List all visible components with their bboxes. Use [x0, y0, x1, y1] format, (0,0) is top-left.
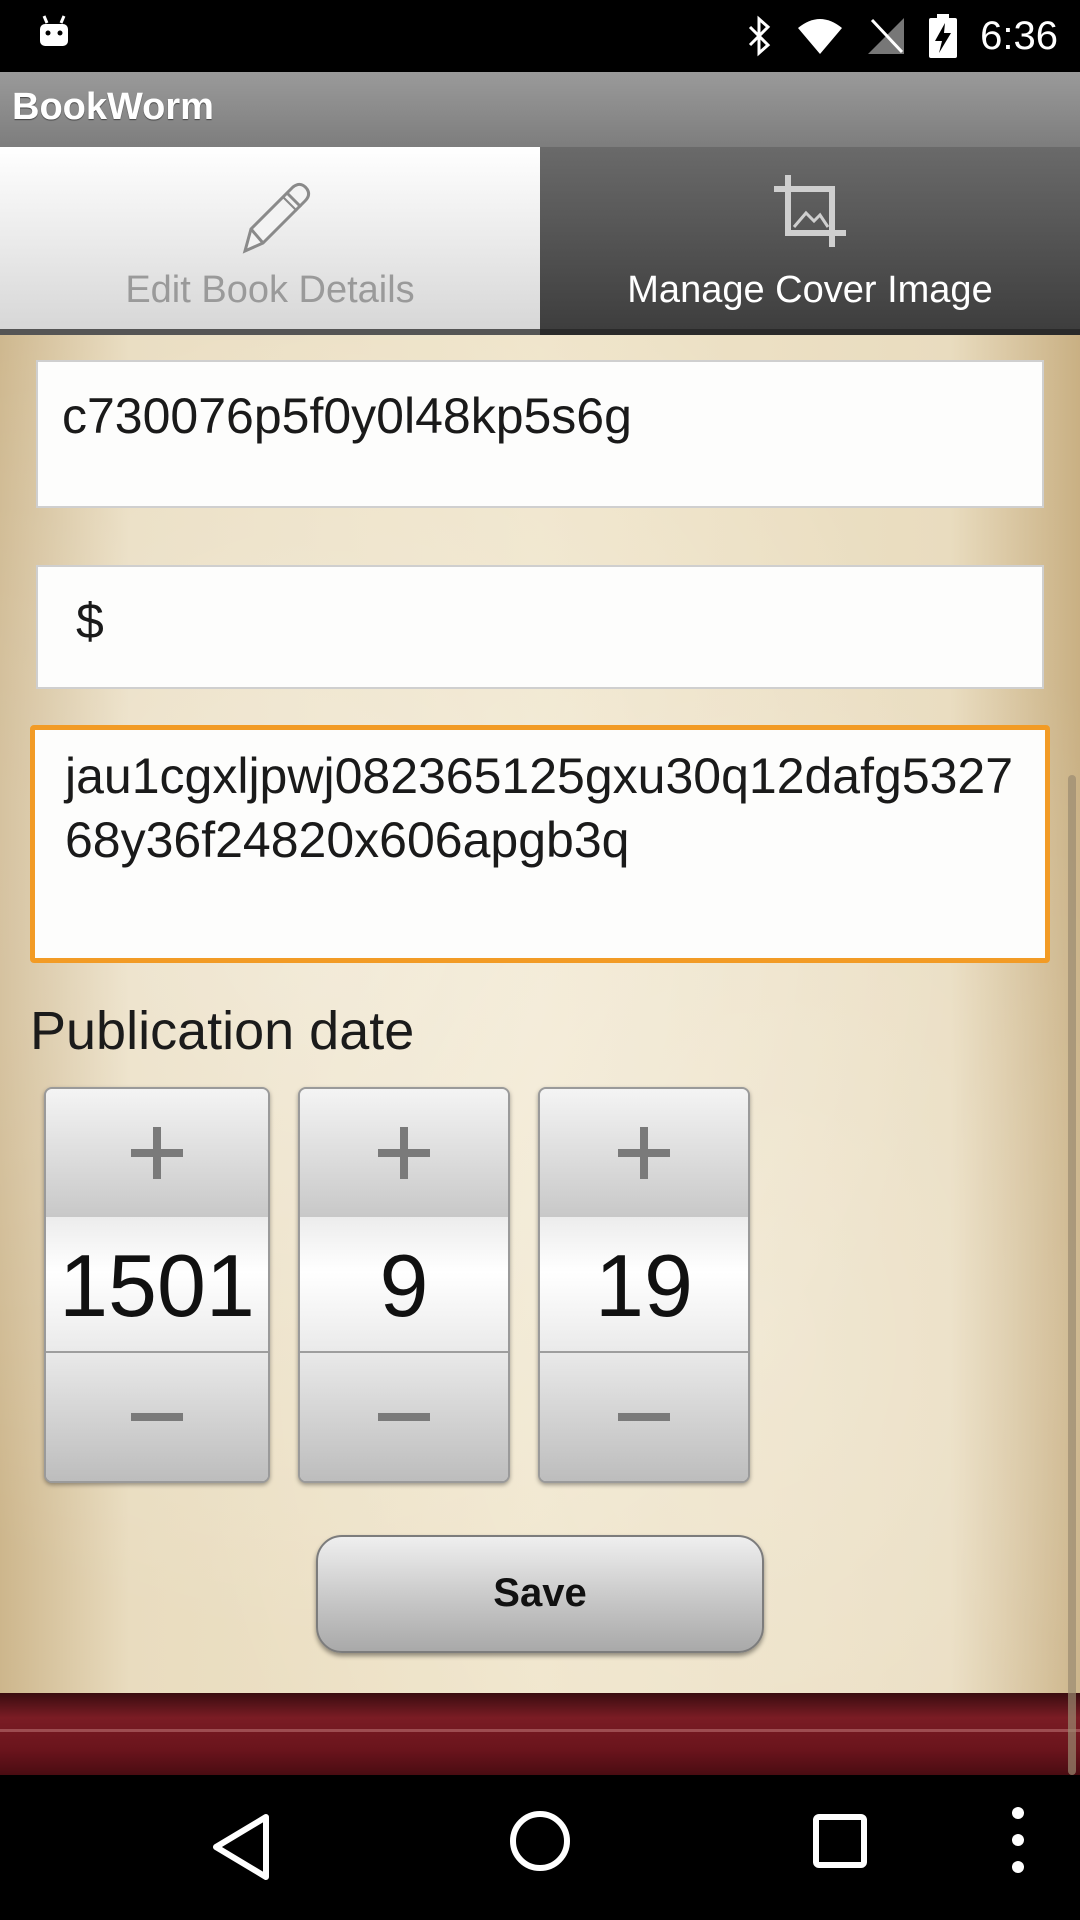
- year-increment-button[interactable]: [46, 1089, 268, 1219]
- scrollbar[interactable]: [1068, 775, 1076, 1775]
- minus-icon: [378, 1413, 430, 1421]
- recents-icon[interactable]: [812, 1813, 868, 1869]
- tab-edit-book-details[interactable]: Edit Book Details: [0, 147, 540, 335]
- price-field[interactable]: $: [36, 565, 1044, 689]
- shelf-decoration: [0, 1693, 1080, 1775]
- year-value[interactable]: 1501: [46, 1217, 268, 1355]
- month-picker: 9: [298, 1087, 510, 1483]
- tab-manage-cover-image[interactable]: Manage Cover Image: [540, 147, 1080, 335]
- wifi-icon: [798, 19, 843, 54]
- plus-icon: [618, 1127, 670, 1179]
- day-picker: 19: [538, 1087, 750, 1483]
- year-picker: 1501: [44, 1087, 270, 1483]
- pencil-icon: [242, 182, 311, 254]
- plus-icon: [378, 1127, 430, 1179]
- month-increment-button[interactable]: [300, 1089, 508, 1219]
- day-decrement-button[interactable]: [540, 1351, 748, 1481]
- app-title: BookWorm: [12, 86, 214, 128]
- day-increment-button[interactable]: [540, 1089, 748, 1219]
- form-area: c730076p5f0y0l48kp5s6g $ jau1cgxljpwj082…: [0, 335, 1080, 1775]
- action-bar: BookWorm: [0, 72, 1080, 148]
- no-signal-icon: [868, 18, 905, 54]
- book-id-field[interactable]: c730076p5f0y0l48kp5s6g: [36, 360, 1044, 508]
- minus-icon: [618, 1413, 670, 1421]
- clock: 6:36: [980, 13, 1058, 58]
- navigation-bar: [0, 1775, 1080, 1920]
- tab-label: Edit Book Details: [125, 269, 415, 311]
- crop-icon: [774, 175, 846, 247]
- day-value[interactable]: 19: [540, 1217, 748, 1355]
- year-decrement-button[interactable]: [46, 1351, 268, 1481]
- home-icon[interactable]: [508, 1809, 572, 1873]
- minus-icon: [131, 1413, 183, 1421]
- status-bar: 6:36: [0, 0, 1080, 72]
- android-icon: [40, 15, 68, 46]
- publication-date-label: Publication date: [30, 1001, 415, 1061]
- month-decrement-button[interactable]: [300, 1351, 508, 1481]
- description-field[interactable]: jau1cgxljpwj082365125gxu30q12dafg532768y…: [30, 725, 1050, 963]
- tab-label: Manage Cover Image: [627, 269, 993, 311]
- month-value[interactable]: 9: [300, 1217, 508, 1355]
- tab-bar: Edit Book Details Manage Cover Image: [0, 147, 1080, 335]
- shelf-line: [0, 1729, 1080, 1732]
- battery-charging-icon: [929, 14, 958, 58]
- bluetooth-icon: [749, 15, 771, 57]
- plus-icon: [131, 1127, 183, 1179]
- back-icon[interactable]: [210, 1811, 272, 1883]
- overflow-menu-icon[interactable]: [1010, 1805, 1026, 1875]
- save-button[interactable]: Save: [316, 1535, 764, 1653]
